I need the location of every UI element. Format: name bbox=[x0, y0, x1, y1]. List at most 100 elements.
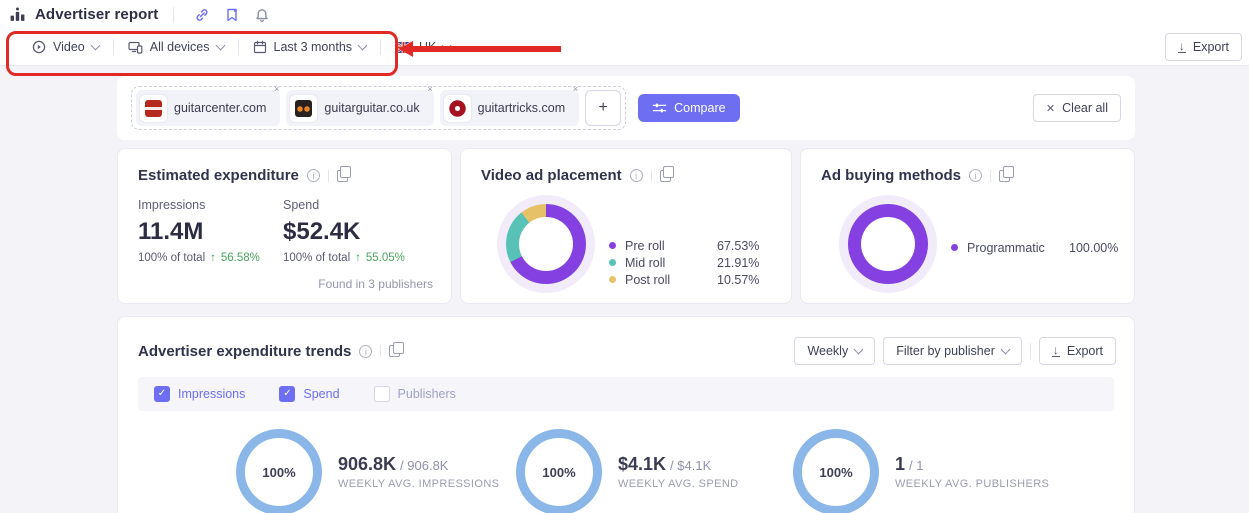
remove-domain-icon[interactable]: × bbox=[573, 84, 578, 94]
spend-checkbox[interactable]: ✓ Spend bbox=[279, 386, 339, 402]
info-icon[interactable]: i bbox=[359, 345, 372, 358]
trend-up-icon: ↑ bbox=[355, 252, 361, 264]
legend-dot bbox=[951, 244, 958, 251]
metric-label: Impressions bbox=[138, 198, 283, 212]
notifications-bell-icon[interactable] bbox=[254, 7, 270, 23]
info-icon[interactable]: i bbox=[969, 169, 982, 182]
trend-up-icon: ↑ bbox=[210, 252, 216, 264]
calendar-icon bbox=[253, 40, 267, 54]
legend-item[interactable]: Mid roll 21.91% bbox=[609, 254, 769, 271]
legend-value: 21.91% bbox=[717, 256, 769, 270]
legend-item[interactable]: Post roll 10.57% bbox=[609, 271, 769, 288]
interval-label: Weekly bbox=[807, 344, 848, 358]
buying-methods-donut-chart[interactable] bbox=[848, 204, 928, 284]
expenditure-metrics: Impressions 11.4M 100% of total ↑ 56.58%… bbox=[118, 198, 451, 264]
copy-icon[interactable] bbox=[660, 170, 671, 182]
weekly-avg-impressions-stat: 100% 906.8K / 906.8K WEEKLY AVG. IMPRESS… bbox=[236, 429, 499, 513]
progress-ring: 100% bbox=[236, 429, 322, 513]
progress-ring: 100% bbox=[793, 429, 879, 513]
metric-subline: 100% of total ↑ 55.05% bbox=[283, 252, 428, 264]
checkbox-box: ✓ bbox=[374, 386, 390, 402]
filter-bar: Video All devices Last 3 months UK bbox=[0, 29, 1249, 66]
checkbox-label: Impressions bbox=[178, 387, 245, 401]
trends-title: Advertiser expenditure trends bbox=[138, 343, 351, 360]
compare-button[interactable]: Compare bbox=[638, 94, 739, 122]
stat-text: $4.1K / $4.1K WEEKLY AVG. SPEND bbox=[618, 454, 739, 490]
stat-value: 1 bbox=[895, 454, 905, 475]
copy-icon[interactable] bbox=[389, 345, 400, 357]
clear-all-label: Clear all bbox=[1062, 101, 1108, 115]
stat-text: 906.8K / 906.8K WEEKLY AVG. IMPRESSIONS bbox=[338, 454, 499, 490]
domain-chip[interactable]: guitarguitar.co.uk × bbox=[286, 90, 433, 126]
stat-total: / $4.1K bbox=[670, 458, 711, 473]
compare-bar: guitarcenter.com × guitarguitar.co.uk × … bbox=[117, 76, 1135, 140]
card-title: Estimated expenditure bbox=[138, 167, 299, 184]
devices-filter[interactable]: All devices bbox=[114, 40, 238, 54]
info-icon[interactable]: i bbox=[307, 169, 320, 182]
buying-methods-legend: Programmatic 100.00% bbox=[951, 239, 1121, 256]
guitarguitar-favicon bbox=[295, 100, 312, 117]
donut-halo bbox=[497, 195, 595, 293]
expenditure-trends-panel: Advertiser expenditure trends i Weekly F… bbox=[117, 316, 1135, 513]
legend-dot bbox=[609, 276, 616, 283]
favicon-tile bbox=[140, 95, 167, 122]
date-range-filter[interactable]: Last 3 months bbox=[239, 40, 381, 54]
add-domain-button[interactable]: + bbox=[585, 90, 621, 126]
trends-actions: Weekly Filter by publisher ↓ Export bbox=[794, 337, 1116, 365]
weekly-avg-spend-stat: 100% $4.1K / $4.1K WEEKLY AVG. SPEND bbox=[516, 429, 739, 513]
impressions-metric: Impressions 11.4M 100% of total ↑ 56.58% bbox=[138, 198, 283, 264]
impressions-checkbox[interactable]: ✓ Impressions bbox=[154, 386, 245, 402]
clear-all-button[interactable]: ✕ Clear all bbox=[1033, 94, 1121, 122]
export-button-label: Export bbox=[1193, 40, 1229, 54]
legend-item[interactable]: Pre roll 67.53% bbox=[609, 237, 769, 254]
copy-icon[interactable] bbox=[999, 170, 1010, 182]
copy-icon[interactable] bbox=[337, 170, 348, 182]
series-toggle-bar: ✓ Impressions ✓ Spend ✓ Publishers bbox=[138, 377, 1114, 411]
uk-flag-icon bbox=[395, 42, 412, 53]
divider bbox=[1030, 343, 1031, 359]
export-button[interactable]: ↓ Export bbox=[1165, 33, 1242, 61]
change-percent: 55.05% bbox=[366, 252, 405, 264]
info-icon[interactable]: i bbox=[630, 169, 643, 182]
filter-by-publisher-dropdown[interactable]: Filter by publisher bbox=[883, 337, 1022, 365]
devices-icon bbox=[128, 41, 143, 54]
card-title: Ad buying methods bbox=[821, 167, 961, 184]
impressions-value: 11.4M bbox=[138, 218, 283, 246]
main-content: guitarcenter.com × guitarguitar.co.uk × … bbox=[0, 66, 1249, 513]
country-filter[interactable]: UK bbox=[381, 40, 464, 54]
total-share-label: 100% of total bbox=[138, 252, 205, 264]
bookmark-icon[interactable] bbox=[224, 7, 240, 23]
checkbox-box: ✓ bbox=[154, 386, 170, 402]
publishers-checkbox[interactable]: ✓ Publishers bbox=[374, 386, 456, 402]
ring-percent: 100% bbox=[542, 465, 575, 480]
chevron-down-icon bbox=[442, 41, 452, 51]
stat-text: 1 / 1 WEEKLY AVG. PUBLISHERS bbox=[895, 454, 1049, 490]
change-percent: 56.58% bbox=[221, 252, 260, 264]
interval-dropdown[interactable]: Weekly bbox=[794, 337, 875, 365]
domain-chip-label: guitartricks.com bbox=[478, 101, 566, 115]
check-icon: ✓ bbox=[158, 389, 166, 399]
share-link-icon[interactable] bbox=[194, 7, 210, 23]
favicon-tile bbox=[290, 95, 317, 122]
checkbox-label: Spend bbox=[303, 387, 339, 401]
metric-label: Spend bbox=[283, 198, 428, 212]
remove-domain-icon[interactable]: × bbox=[274, 84, 279, 94]
divider bbox=[328, 170, 329, 182]
clear-icon: ✕ bbox=[1046, 102, 1055, 115]
domain-chip[interactable]: guitarcenter.com × bbox=[136, 90, 280, 126]
donut-hole bbox=[519, 217, 573, 271]
placement-donut-chart[interactable] bbox=[506, 204, 586, 284]
media-type-filter[interactable]: Video bbox=[18, 40, 113, 54]
estimated-expenditure-card: Estimated expenditure i Impressions 11.4… bbox=[117, 148, 452, 304]
download-icon: ↓ bbox=[1052, 346, 1060, 357]
legend-item[interactable]: Programmatic 100.00% bbox=[951, 239, 1121, 256]
chevron-down-icon bbox=[90, 41, 100, 51]
placement-legend: Pre roll 67.53% Mid roll 21.91% Post rol… bbox=[609, 237, 769, 288]
chevron-down-icon bbox=[1000, 345, 1010, 355]
trends-export-button[interactable]: ↓ Export bbox=[1039, 337, 1116, 365]
ring-percent: 100% bbox=[262, 465, 295, 480]
remove-domain-icon[interactable]: × bbox=[427, 84, 432, 94]
progress-ring: 100% bbox=[516, 429, 602, 513]
domain-chip[interactable]: guitartricks.com × bbox=[440, 90, 580, 126]
legend-value: 10.57% bbox=[717, 273, 769, 287]
